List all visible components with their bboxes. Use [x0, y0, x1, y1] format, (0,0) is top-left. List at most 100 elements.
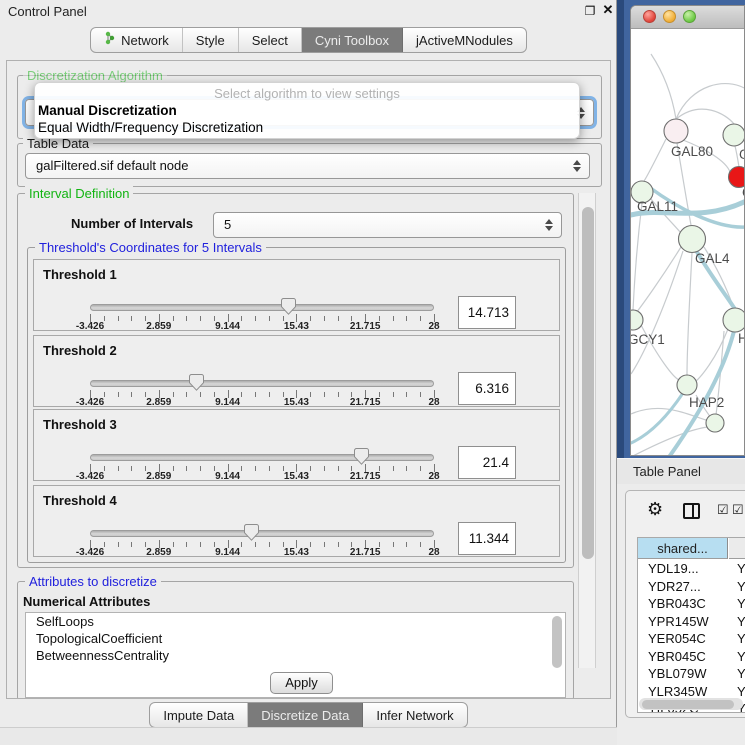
network-node[interactable]	[723, 308, 745, 332]
table-data-combo-value: galFiltered.sif default node	[36, 154, 188, 178]
network-node[interactable]	[631, 310, 643, 330]
algorithm-option[interactable]: Equal Width/Frequency Discretization	[38, 120, 263, 135]
slider-tick	[200, 466, 201, 471]
table-cell[interactable]: YBL079W	[648, 665, 707, 682]
desktop-edge	[617, 0, 624, 458]
table-toolbar: ⚙ ☑ ☑	[626, 491, 745, 533]
slider-tick-label: 9.144	[206, 321, 250, 332]
table-cell[interactable]: YBR0	[737, 648, 745, 665]
column-header[interactable]: name	[729, 538, 745, 559]
apply-button[interactable]: Apply	[270, 672, 333, 694]
attributes-group-title: Attributes to discretize	[25, 574, 161, 589]
slider-thumb[interactable]	[354, 448, 369, 465]
zoom-window-icon[interactable]	[683, 10, 696, 23]
slider-tick	[131, 466, 132, 471]
list-item[interactable]: SelfLoops	[26, 613, 565, 630]
algorithm-option[interactable]: Manual Discretization	[38, 103, 177, 118]
network-node[interactable]	[664, 119, 688, 143]
slider-thumb[interactable]	[189, 374, 204, 391]
network-node[interactable]	[677, 375, 697, 395]
tab-infer-network[interactable]: Infer Network	[363, 703, 466, 727]
slider-tick-label: -3.426	[68, 321, 112, 332]
number-of-intervals-combo[interactable]: 5	[213, 212, 562, 238]
tab-discretize-data[interactable]: Discretize Data	[248, 703, 363, 727]
tab-cyni-toolbox[interactable]: Cyni Toolbox	[302, 28, 403, 52]
close-window-icon[interactable]	[643, 10, 656, 23]
slider-thumb[interactable]	[281, 298, 296, 315]
slider-tick	[173, 316, 174, 321]
table-cell[interactable]: YBR045C	[648, 648, 706, 665]
table-cell[interactable]: YDR2	[737, 578, 745, 595]
slider-tick-label: 21.715	[343, 397, 387, 408]
tab-style[interactable]: Style	[183, 28, 239, 52]
threshold-value-field[interactable]: 6.316	[458, 372, 516, 405]
slider-tick	[338, 392, 339, 397]
network-edge	[633, 203, 642, 310]
number-of-intervals-value: 5	[224, 213, 231, 237]
checkbox-icon[interactable]: ☑	[717, 502, 729, 518]
threshold-value-field[interactable]: 14.713	[458, 296, 516, 329]
threshold-box: Threshold 1-3.4262.8599.14415.4321.71528…	[33, 259, 560, 331]
table-cell[interactable]: YPR145W	[648, 613, 709, 630]
network-node[interactable]	[723, 124, 745, 146]
slider-tick	[186, 542, 187, 547]
thresholds-group-title: Threshold's Coordinates for 5 Intervals	[35, 240, 266, 255]
slider-thumb[interactable]	[244, 524, 259, 541]
table-data-combo[interactable]: galFiltered.sif default node	[25, 153, 590, 179]
table-cell[interactable]: YBL0	[737, 665, 745, 682]
gear-icon[interactable]: ⚙	[647, 500, 663, 518]
control-panel-title: Control Panel	[8, 4, 87, 19]
tab-select[interactable]: Select	[239, 28, 302, 52]
table-cell[interactable]: YBR0	[737, 595, 745, 612]
network-node[interactable]	[706, 414, 724, 432]
slider-track[interactable]	[90, 304, 434, 311]
slider-track[interactable]	[90, 530, 434, 537]
table-cell[interactable]: YDR27...	[648, 578, 701, 595]
tab-label: Network	[121, 28, 169, 53]
threshold-value-field[interactable]: 11.344	[458, 522, 516, 555]
slider-tick	[186, 392, 187, 397]
table-horizontal-scrollbar[interactable]	[639, 698, 743, 710]
tab-network[interactable]: Network	[91, 28, 183, 52]
scrollbar-thumb[interactable]	[642, 700, 734, 709]
threshold-value-field[interactable]: 21.4	[458, 446, 516, 479]
column-layout-icon[interactable]	[683, 503, 700, 519]
network-node[interactable]	[679, 226, 706, 253]
float-panel-icon[interactable]: ❐	[583, 4, 597, 18]
close-panel-icon[interactable]: ✕	[601, 3, 615, 17]
table-cell[interactable]: YER054C	[648, 630, 706, 647]
list-item[interactable]: TopologicalCoefficient	[26, 630, 565, 647]
discretization-algorithm-group-title: Discretization Algorithm	[23, 68, 167, 83]
table-cell[interactable]: YLR345W	[648, 683, 707, 700]
slider-tick-label: 2.859	[137, 547, 181, 558]
list-scrollbar-thumb[interactable]	[552, 616, 562, 668]
column-header[interactable]: shared...	[638, 538, 728, 559]
slider-tick-label: -3.426	[68, 397, 112, 408]
network-canvas[interactable]: GAL80GACGAL11GAL4GCY1HHAP2	[631, 29, 745, 456]
threshold-box: Threshold 2-3.4262.8599.14415.4321.71528…	[33, 335, 560, 407]
slider-track[interactable]	[90, 454, 434, 461]
slider-tick	[338, 316, 339, 321]
network-window-titlebar[interactable]	[631, 6, 744, 29]
slider-tick	[255, 316, 256, 321]
slider-track[interactable]	[90, 380, 434, 387]
table-cell[interactable]: YLR3	[737, 683, 745, 700]
slider-tick-label: 21.715	[343, 321, 387, 332]
scrollbar-thumb[interactable]	[582, 207, 594, 559]
network-window: GAL80GACGAL11GAL4GCY1HHAP2	[630, 5, 745, 456]
minimize-window-icon[interactable]	[663, 10, 676, 23]
tab-jactivemnodules[interactable]: jActiveMNodules	[403, 28, 526, 52]
tab-label: Cyni Toolbox	[315, 28, 389, 53]
slider-tick	[338, 466, 339, 471]
table-cell[interactable]: YPR1	[737, 613, 745, 630]
checkbox-icon[interactable]: ☑	[732, 502, 744, 518]
settings-vertical-scrollbar[interactable]	[578, 193, 596, 668]
table-cell[interactable]: YBR043C	[648, 595, 706, 612]
tab-impute-data[interactable]: Impute Data	[150, 703, 248, 727]
list-item[interactable]: BetweennessCentrality	[26, 647, 565, 664]
table-cell[interactable]: YDL19...	[648, 560, 699, 577]
slider-tick	[118, 466, 119, 471]
algorithm-dropdown-popup: Select algorithm to view settings Manual…	[34, 82, 580, 139]
table-cell[interactable]: YDL1	[737, 560, 745, 577]
table-cell[interactable]: YER0	[737, 630, 745, 647]
